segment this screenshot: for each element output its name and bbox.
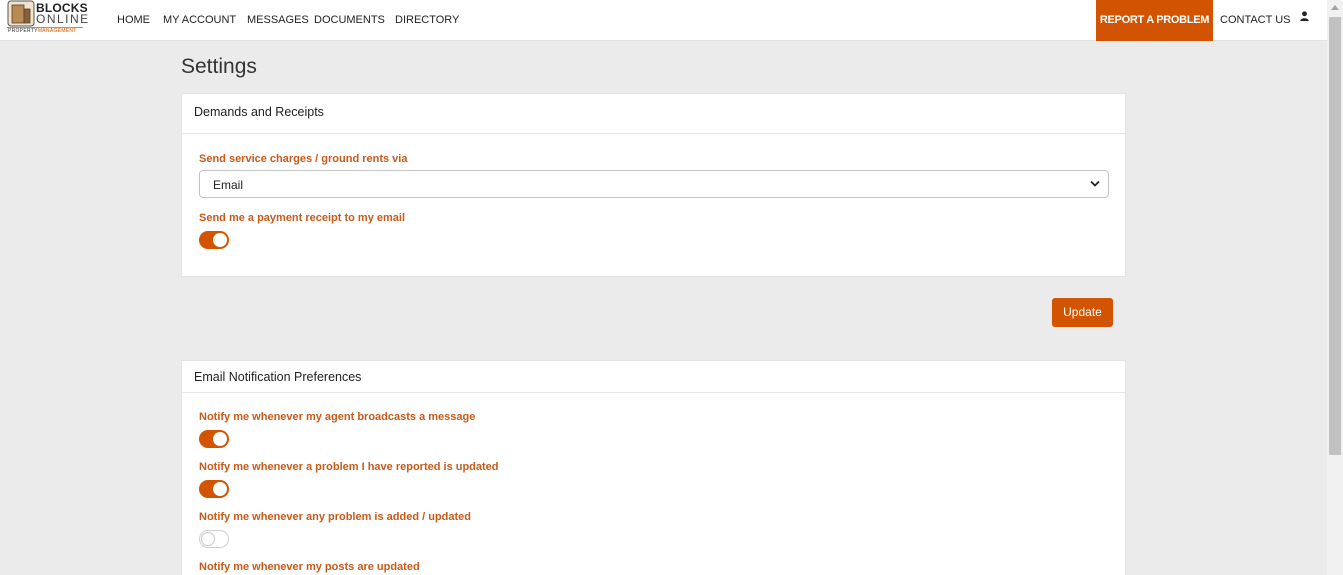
nav-directory[interactable]: DIRECTORY — [395, 14, 459, 26]
nav-documents[interactable]: DOCUMENTS — [314, 14, 385, 26]
toggle-knob — [213, 432, 227, 446]
top-navigation: BLOCKS ONLINE PROPERTYMANAGEMENT HOME MY… — [0, 0, 1327, 41]
payment-receipt-toggle[interactable] — [199, 231, 229, 249]
nav-messages[interactable]: MESSAGES — [247, 14, 309, 26]
logo-text-online: ONLINE — [36, 12, 90, 26]
blocks-online-logo[interactable]: BLOCKS ONLINE PROPERTYMANAGEMENT — [7, 0, 88, 34]
payment-receipt-label: Send me a payment receipt to my email — [199, 212, 406, 224]
send-via-selected-value: Email — [213, 178, 244, 192]
notify-any-problem-label: Notify me whenever any problem is added … — [199, 511, 472, 523]
building-logo-icon — [7, 0, 35, 27]
logo-tag-property: PROPERTY — [8, 28, 38, 34]
notify-broadcast-label: Notify me whenever my agent broadcasts a… — [199, 411, 476, 423]
page-scrollbar[interactable] — [1327, 0, 1343, 575]
page-title: Settings — [181, 55, 257, 78]
notify-broadcast-toggle[interactable] — [199, 430, 229, 448]
scroll-up-arrow-icon[interactable] — [1331, 5, 1339, 10]
user-icon[interactable] — [1300, 11, 1309, 21]
panel-heading-demands: Demands and Receipts — [182, 94, 1125, 134]
nav-contact-us[interactable]: CONTACT US — [1220, 14, 1291, 26]
panel-heading-email-prefs: Email Notification Preferences — [182, 361, 1125, 393]
chevron-down-icon — [1090, 180, 1100, 187]
email-notification-panel: Email Notification Preferences Notify me… — [181, 360, 1126, 575]
logo-tagline: PROPERTYMANAGEMENT — [8, 28, 77, 34]
notify-posts-label: Notify me whenever my posts are updated — [199, 561, 420, 573]
demands-receipts-panel: Demands and Receipts Send service charge… — [181, 93, 1126, 277]
toggle-knob — [201, 532, 215, 546]
notify-my-problem-toggle[interactable] — [199, 480, 229, 498]
scroll-thumb[interactable] — [1329, 17, 1341, 455]
send-via-select[interactable]: Email — [199, 170, 1109, 198]
toggle-knob — [213, 482, 227, 496]
notify-any-problem-toggle[interactable] — [199, 530, 229, 548]
report-a-problem-button[interactable]: REPORT A PROBLEM — [1096, 0, 1213, 41]
update-button[interactable]: Update — [1052, 298, 1113, 327]
logo-tag-management: MANAGEMENT — [37, 28, 77, 34]
nav-home[interactable]: HOME — [117, 14, 150, 26]
send-via-label: Send service charges / ground rents via — [199, 153, 408, 165]
nav-my-account[interactable]: MY ACCOUNT — [163, 14, 236, 26]
toggle-knob — [213, 233, 227, 247]
notify-my-problem-label: Notify me whenever a problem I have repo… — [199, 461, 499, 473]
